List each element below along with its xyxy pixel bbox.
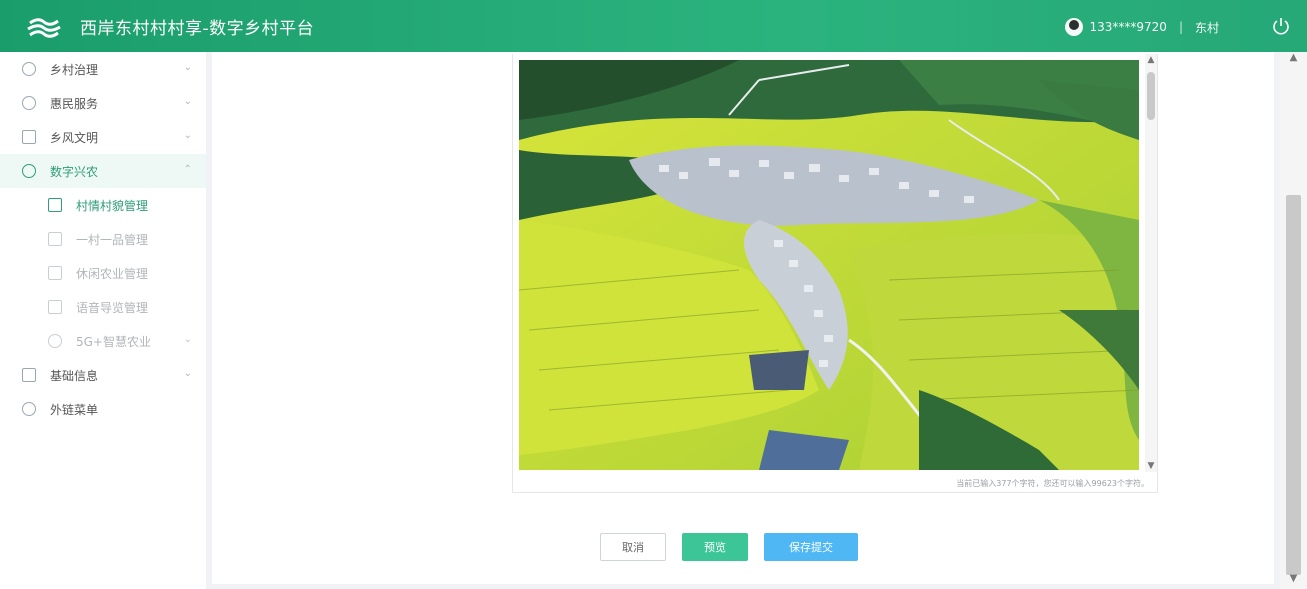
sidebar-item-civilization[interactable]: 乡风文明 ⌄ [0, 120, 206, 154]
sidebar-item-rural-governance[interactable]: 乡村治理 ⌄ [0, 52, 206, 86]
logo-icon [27, 18, 61, 38]
page-scroll-up-icon[interactable]: ▲ [1280, 52, 1307, 66]
link-icon [22, 402, 36, 416]
avatar [1065, 18, 1084, 36]
top-header: 西岸东村村村享-数字乡村平台 133****9720 | 东村 [0, 0, 1307, 52]
power-icon[interactable] [1271, 16, 1291, 36]
circle-icon [22, 96, 36, 110]
sidebar-item-label: 数字兴农 [50, 164, 99, 179]
circle-icon [22, 62, 36, 76]
scroll-down-icon[interactable]: ▼ [1147, 460, 1155, 472]
page-scroll-down-icon[interactable]: ▼ [1280, 573, 1307, 587]
sidebar-item-label: 乡村治理 [50, 62, 99, 77]
scrollbar-thumb[interactable] [1147, 72, 1155, 120]
user-phone: 133****9720 [1089, 20, 1167, 34]
sidebar-subitem-audio-guide[interactable]: 语音导览管理 [0, 290, 206, 324]
document-icon [22, 130, 36, 144]
sidebar-item-label: 基础信息 [50, 368, 99, 383]
rich-text-editor[interactable]: ▲ ▼ 当前已输入377个字符，您还可以输入99623个字符。 [512, 54, 1158, 493]
sidebar: 乡村治理 ⌄ 惠民服务 ⌄ 乡风文明 ⌄ 数字兴农 ⌃ 村情村貌管理 一村一品管… [0, 52, 206, 589]
village-aerial-photo [519, 60, 1139, 470]
editor-scrollbar[interactable]: ▲ ▼ [1145, 54, 1157, 472]
sidebar-subitem-5g-smart-agriculture[interactable]: 5G+智慧农业 ⌄ [0, 324, 206, 358]
chevron-down-icon: ⌄ [183, 62, 192, 73]
sidebar-item-digital-agriculture[interactable]: 数字兴农 ⌃ [0, 154, 206, 188]
sidebar-subitem-label: 休闲农业管理 [76, 266, 149, 281]
page-scrollbar[interactable]: ▲ ▼ [1280, 52, 1307, 589]
sidebar-item-public-service[interactable]: 惠民服务 ⌄ [0, 86, 206, 120]
chevron-down-icon: ⌄ [183, 334, 192, 345]
app-title: 西岸东村村村享-数字乡村平台 [80, 19, 315, 39]
house-icon [48, 266, 62, 280]
sidebar-item-label: 乡风文明 [50, 130, 99, 145]
user-info[interactable]: 133****9720 | 东村 [1065, 18, 1219, 36]
sidebar-item-label: 惠民服务 [50, 96, 99, 111]
globe-icon [48, 334, 62, 348]
preview-button[interactable]: 预览 [682, 533, 748, 561]
building-icon [48, 198, 62, 212]
sidebar-item-external-links[interactable]: 外链菜单 [0, 392, 206, 426]
main-content: ▲ ▼ 当前已输入377个字符，您还可以输入99623个字符。 取消 预览 保存… [212, 52, 1274, 584]
gear-icon [22, 164, 36, 178]
sidebar-subitem-label: 村情村貌管理 [76, 198, 149, 213]
cancel-button[interactable]: 取消 [600, 533, 666, 561]
sidebar-item-basic-info[interactable]: 基础信息 ⌄ [0, 358, 206, 392]
chevron-down-icon: ⌄ [183, 368, 192, 379]
aerial-photo-drawing [519, 60, 1139, 470]
sidebar-subitem-village-profile[interactable]: 村情村貌管理 [0, 188, 206, 222]
scroll-up-icon[interactable]: ▲ [1147, 54, 1155, 66]
user-village: 东村 [1194, 20, 1219, 35]
sidebar-item-label: 外链菜单 [50, 402, 99, 417]
trophy-icon [48, 232, 62, 246]
character-counter: 当前已输入377个字符，您还可以输入99623个字符。 [956, 479, 1149, 488]
user-separator: | [1178, 20, 1183, 34]
page-scrollbar-thumb[interactable] [1286, 195, 1301, 575]
sidebar-subitem-label: 语音导览管理 [76, 300, 149, 315]
chevron-up-icon: ⌃ [183, 164, 192, 175]
sidebar-subitem-leisure-agriculture[interactable]: 休闲农业管理 [0, 256, 206, 290]
calendar-icon [48, 300, 62, 314]
save-submit-button[interactable]: 保存提交 [764, 533, 858, 561]
sidebar-subitem-label: 5G+智慧农业 [76, 334, 151, 349]
action-buttons: 取消 预览 保存提交 [600, 533, 858, 561]
grid-icon [22, 368, 36, 382]
sidebar-subitem-label: 一村一品管理 [76, 232, 149, 247]
chevron-down-icon: ⌄ [183, 96, 192, 107]
chevron-down-icon: ⌄ [183, 130, 192, 141]
sidebar-subitem-one-village-one-product[interactable]: 一村一品管理 [0, 222, 206, 256]
